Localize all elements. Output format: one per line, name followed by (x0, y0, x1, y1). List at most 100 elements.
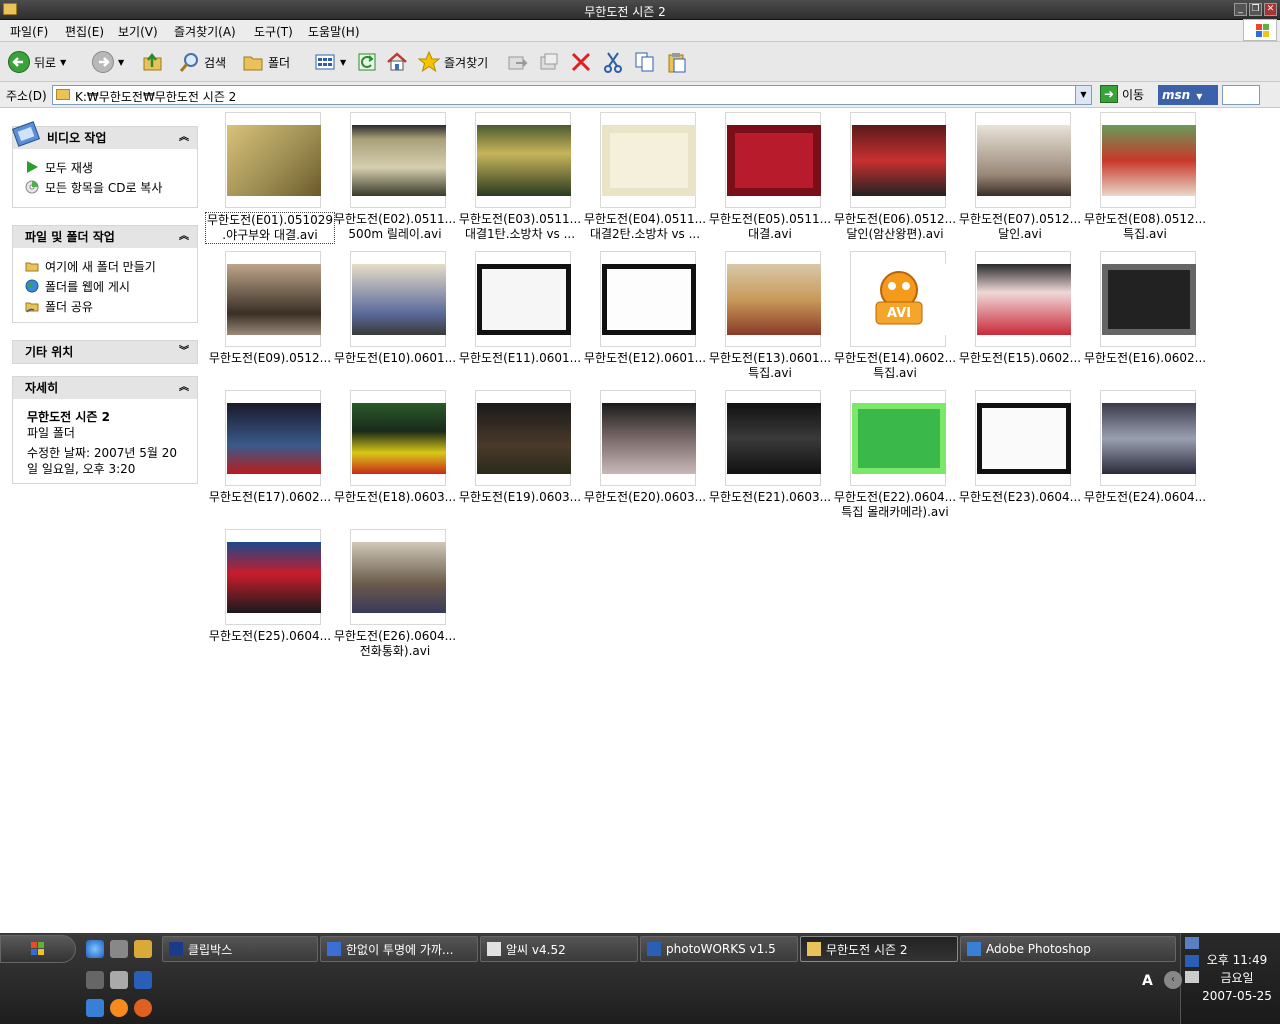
forward-button[interactable]: ▼ (92, 50, 124, 74)
file-name[interactable]: 무한도전(E08).0512... 특집.avi (1080, 212, 1210, 242)
app-shortcut-icon[interactable] (86, 971, 104, 989)
start-button[interactable] (0, 935, 76, 963)
app-shortcut-icon[interactable] (110, 971, 128, 989)
thumbnail-frame[interactable] (225, 529, 321, 625)
thumbnail-frame[interactable] (225, 112, 321, 208)
file-name[interactable]: 무한도전(E21).0603... (705, 490, 835, 505)
other-places-header[interactable]: 기타 위치 ︾ (13, 341, 197, 363)
file-name[interactable]: 무한도전(E09).0512... (205, 351, 335, 366)
app-shortcut-icon[interactable] (86, 999, 104, 1017)
copy-to-button[interactable] (538, 50, 560, 74)
collapse-icon[interactable]: ︽ (179, 226, 189, 248)
file-name[interactable]: 무한도전(E05).0511... 대결.avi (705, 212, 835, 242)
thumbnail-frame[interactable] (350, 529, 446, 625)
file-name[interactable]: 무한도전(E19).0603... (455, 490, 585, 505)
cut-button[interactable] (602, 50, 624, 74)
file-name[interactable]: 무한도전(E22).0604... 특집 몰래카메라).avi (830, 490, 960, 520)
clock[interactable]: 오후 11:49 금요일 2007-05-25 (1194, 951, 1280, 1005)
thumbnail-frame[interactable] (975, 390, 1071, 486)
copy-button[interactable] (634, 50, 656, 74)
move-to-button[interactable] (506, 50, 528, 74)
file-name[interactable]: 무한도전(E25).0604... (205, 629, 335, 644)
taskbar-button[interactable]: 클립박스 (162, 936, 318, 962)
thumbnail-frame[interactable]: AVI (850, 251, 946, 347)
thumbnail-frame[interactable] (600, 251, 696, 347)
file-item[interactable]: 무한도전(E04).0511... 대결2탄.소방차 vs ... (583, 108, 708, 243)
file-item[interactable]: 무한도전(E06).0512... 달인(암산왕편).avi (833, 108, 958, 243)
address-dropdown-button[interactable]: ▼ (1075, 86, 1091, 104)
menu-favorites[interactable]: 즐겨찾기(A) (174, 23, 236, 40)
file-item[interactable]: 무한도전(E24).0604... (1083, 386, 1208, 521)
file-item[interactable]: 무한도전(E26).0604... 전화통화).avi (333, 525, 458, 660)
restore-button[interactable]: ❐ (1249, 3, 1262, 16)
file-item[interactable]: 무한도전(E19).0603... (458, 386, 583, 521)
file-name[interactable]: 무한도전(E17).0602... (205, 490, 335, 505)
menu-view[interactable]: 보기(V) (118, 23, 158, 40)
thumbnail-frame[interactable] (850, 112, 946, 208)
app-shortcut-icon[interactable] (134, 940, 152, 958)
file-name[interactable]: 무한도전(E23).0604... (955, 490, 1085, 505)
taskbar-button[interactable]: 무한도전 시즌 2 (800, 936, 958, 962)
file-item[interactable]: 무한도전(E23).0604... (958, 386, 1083, 521)
file-item[interactable]: 무한도전(E20).0603... (583, 386, 708, 521)
file-name[interactable]: 무한도전(E07).0512... 달인.avi (955, 212, 1085, 242)
menu-edit[interactable]: 편집(E) (65, 23, 104, 40)
thumbnail-frame[interactable] (725, 390, 821, 486)
menu-help[interactable]: 도움말(H) (308, 23, 360, 40)
file-name[interactable]: 무한도전(E01).051029 .야구부와 대결.avi (205, 212, 335, 244)
menu-tools[interactable]: 도구(T) (254, 23, 293, 40)
video-tasks-header[interactable]: 비디오 작업 ︽ (11, 121, 197, 149)
thumbnail-frame[interactable] (350, 112, 446, 208)
file-name[interactable]: 무한도전(E20).0603... (580, 490, 710, 505)
file-name[interactable]: 무한도전(E02).0511... 500m 릴레이.avi (330, 212, 460, 242)
thumbnail-frame[interactable] (1100, 112, 1196, 208)
new-folder-link[interactable]: 여기에 새 폴더 만들기 (13, 256, 197, 276)
share-folder-link[interactable]: 폴더 공유 (13, 296, 197, 316)
expand-icon[interactable]: ︾ (179, 341, 189, 363)
thumbnail-frame[interactable] (975, 112, 1071, 208)
file-name[interactable]: 무한도전(E11).0601... (455, 351, 585, 366)
file-item[interactable]: 무한도전(E05).0511... 대결.avi (708, 108, 833, 243)
copy-to-cd-link[interactable]: 모든 항목을 CD로 복사 (13, 177, 197, 197)
file-item[interactable]: 무한도전(E18).0603... (333, 386, 458, 521)
go-button[interactable]: ➜ 이동 (1100, 85, 1144, 103)
file-name[interactable]: 무한도전(E06).0512... 달인(암산왕편).avi (830, 212, 960, 242)
file-item[interactable]: 무한도전(E09).0512... (208, 247, 333, 382)
address-input[interactable]: K:₩무한도전₩무한도전 시즌 2 ▼ (52, 85, 1092, 105)
recycle-bin-icon[interactable] (110, 940, 128, 958)
file-item[interactable]: 무한도전(E17).0602... (208, 386, 333, 521)
taskbar-button[interactable]: 한없이 투명에 가까... (320, 936, 478, 962)
details-header[interactable]: 자세히 ︽ (13, 377, 197, 399)
file-item[interactable]: 무한도전(E02).0511... 500m 릴레이.avi (333, 108, 458, 243)
file-item[interactable]: 무한도전(E22).0604... 특집 몰래카메라).avi (833, 386, 958, 521)
file-item[interactable]: 무한도전(E25).0604... (208, 525, 333, 660)
file-item[interactable]: 무한도전(E07).0512... 달인.avi (958, 108, 1083, 243)
folders-button[interactable]: 폴더 (242, 50, 290, 74)
file-name[interactable]: 무한도전(E15).0602... (955, 351, 1085, 366)
back-button[interactable]: 뒤로 ▼ (8, 50, 66, 74)
thumbnail-frame[interactable] (350, 251, 446, 347)
file-tasks-header[interactable]: 파일 및 폴더 작업 ︽ (13, 226, 197, 248)
refresh-button[interactable] (356, 50, 378, 74)
file-name[interactable]: 무한도전(E04).0511... 대결2탄.소방차 vs ... (580, 212, 710, 242)
file-item[interactable]: 무한도전(E08).0512... 특집.avi (1083, 108, 1208, 243)
thumbnail-frame[interactable] (600, 390, 696, 486)
app-shortcut-icon[interactable] (110, 999, 128, 1017)
publish-web-link[interactable]: 폴더를 웹에 게시 (13, 276, 197, 296)
file-item[interactable]: 무한도전(E13).0601... 특집.avi (708, 247, 833, 382)
taskbar-button[interactable]: 알씨 v4.52 (480, 936, 638, 962)
app-shortcut-icon[interactable] (134, 971, 152, 989)
menu-file[interactable]: 파일(F) (10, 23, 48, 40)
up-folder-button[interactable] (142, 50, 164, 74)
file-name[interactable]: 무한도전(E16).0602... (1080, 351, 1210, 366)
file-name[interactable]: 무한도전(E12).0601... (580, 351, 710, 366)
firefox-icon[interactable] (134, 999, 152, 1017)
msn-toolbar-button[interactable]: msn ▼ (1158, 85, 1218, 105)
thumbnail-frame[interactable] (850, 390, 946, 486)
file-item[interactable]: 무한도전(E01).051029 .야구부와 대결.avi (205, 108, 335, 244)
file-name[interactable]: 무한도전(E03).0511... 대결1탄.소방차 vs ... (455, 212, 585, 242)
file-name[interactable]: 무한도전(E14).0602... 특집.avi (830, 351, 960, 381)
file-item[interactable]: 무한도전(E21).0603... (708, 386, 833, 521)
file-name[interactable]: 무한도전(E13).0601... 특집.avi (705, 351, 835, 381)
file-item[interactable]: 무한도전(E11).0601... (458, 247, 583, 382)
